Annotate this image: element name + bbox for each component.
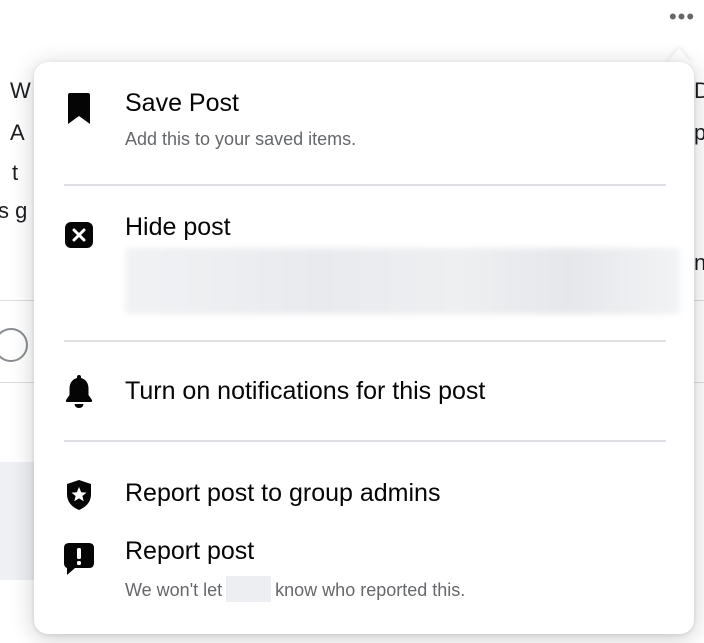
menu-item-title: Turn on notifications for this post xyxy=(125,377,486,405)
bookmark-icon xyxy=(62,92,96,126)
menu-item-report-post[interactable]: Report post We won't let know who reporte… xyxy=(34,536,694,622)
bg-text-fragment: s g xyxy=(0,198,28,223)
menu-item-subtitle: Add this to your saved items. xyxy=(125,129,357,149)
menu-item-notifications[interactable]: Turn on notifications for this post xyxy=(34,372,694,422)
bg-text-fragment: D xyxy=(694,78,704,103)
alert-bubble-icon xyxy=(62,542,96,576)
menu-divider xyxy=(64,184,666,186)
close-box-icon xyxy=(62,218,96,252)
more-dots-icon: ••• xyxy=(668,4,696,29)
bg-text-fragment: W xyxy=(10,78,31,103)
menu-item-title: Report post xyxy=(125,537,255,565)
bg-text-fragment: t xyxy=(12,160,19,185)
subtitle-text-start: We won't let xyxy=(125,580,223,600)
menu-item-title: Save Post xyxy=(125,89,239,117)
more-options-button[interactable]: ••• xyxy=(664,6,700,28)
bell-icon xyxy=(62,374,96,408)
menu-item-title: Hide post xyxy=(125,213,231,241)
redacted-subtitle xyxy=(125,248,680,314)
post-options-menu: Save Post Add this to your saved items. … xyxy=(34,62,694,634)
redacted-name xyxy=(226,576,272,602)
bg-text-fragment: A xyxy=(10,120,25,145)
menu-divider xyxy=(64,340,666,342)
bg-avatar-ring xyxy=(0,328,28,362)
menu-item-hide-post[interactable]: Hide post xyxy=(34,212,694,322)
menu-item-subtitle: We won't let know who reported this. xyxy=(125,576,674,602)
subtitle-text-end: know who reported this. xyxy=(275,580,466,600)
menu-item-title: Report post to group admins xyxy=(125,479,441,507)
menu-item-save-post[interactable]: Save Post Add this to your saved items. xyxy=(34,88,694,198)
bg-text-fragment: n xyxy=(694,250,704,275)
shield-star-icon xyxy=(62,478,96,512)
menu-item-report-to-admins[interactable]: Report post to group admins xyxy=(34,472,694,522)
bg-text-fragment: p xyxy=(694,120,704,145)
menu-divider xyxy=(64,440,666,442)
